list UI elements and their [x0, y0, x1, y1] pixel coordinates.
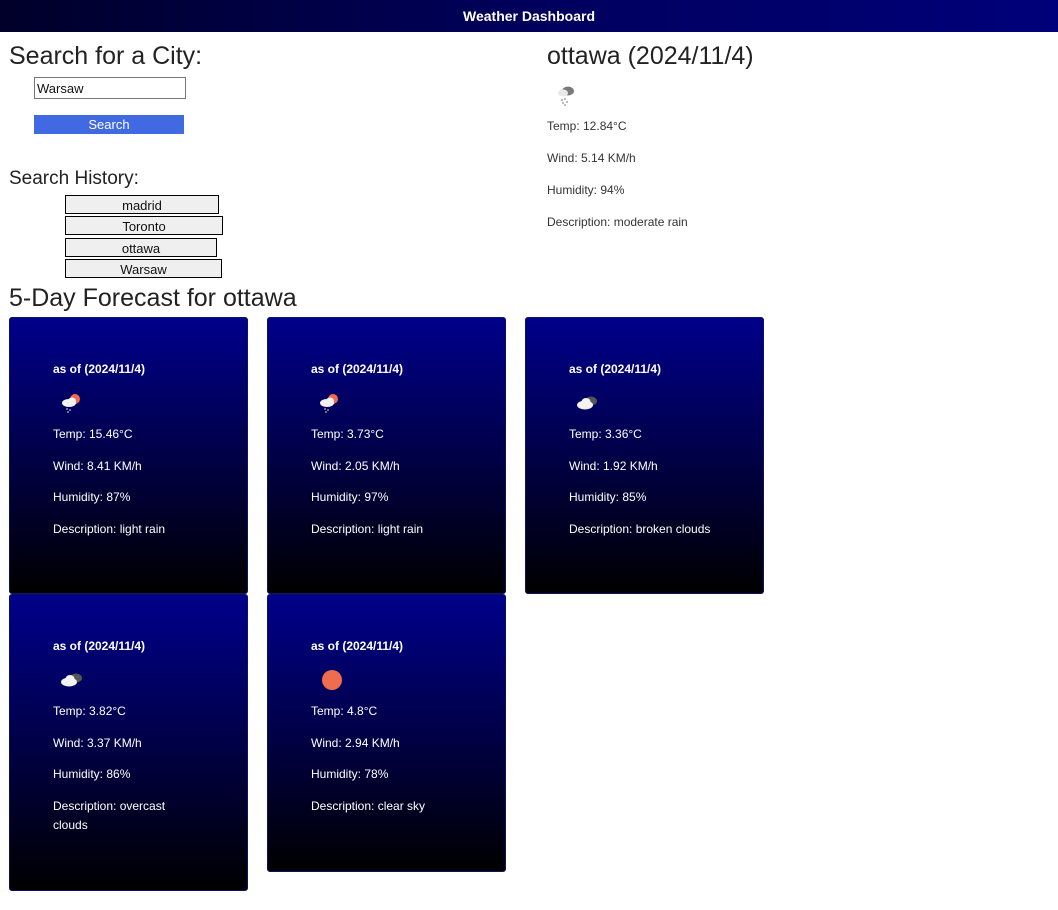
forecast-temp: Temp: 3.36°C	[569, 427, 642, 441]
forecast-description: Description: clear sky	[311, 799, 426, 813]
history-item-toronto[interactable]: Toronto	[65, 216, 223, 235]
current-wind: Wind: 5.14 KM/h	[547, 151, 636, 165]
forecast-date: as of (2024/11/4)	[311, 639, 404, 653]
forecast-description: Description: broken clouds	[569, 522, 711, 536]
forecast-date: as of (2024/11/4)	[53, 639, 146, 653]
current-temp: Temp: 12.84°C	[547, 119, 627, 133]
broken-clouds-icon	[577, 396, 597, 410]
sun-rain-cloud-icon	[62, 394, 80, 413]
app-title: Weather Dashboard	[463, 8, 595, 24]
forecast-humidity: Humidity: 97%	[311, 490, 389, 504]
sun-icon	[322, 670, 342, 690]
forecast-wind: Wind: 2.94 KM/h	[311, 736, 400, 750]
history-item-ottawa[interactable]: ottawa	[65, 238, 217, 257]
city-search-input[interactable]	[34, 77, 186, 99]
forecast-temp: Temp: 3.73°C	[311, 427, 384, 441]
forecast-description: Description: overcast clouds	[53, 799, 166, 832]
sun-rain-cloud-icon	[320, 394, 338, 413]
forecast-card: as of (2024/11/4) Temp: 15.46°C Wind: 8.…	[9, 317, 248, 594]
forecast-date: as of (2024/11/4)	[53, 362, 146, 376]
current-description: Description: moderate rain	[547, 215, 688, 229]
forecast-card: as of (2024/11/4) Temp: 3.73°C Wind: 2.0…	[267, 317, 506, 594]
forecast-card: as of (2024/11/4) Temp: 4.8°C Wind: 2.94…	[267, 594, 506, 872]
forecast-temp: Temp: 3.82°C	[53, 704, 126, 718]
forecast-wind: Wind: 2.05 KM/h	[311, 459, 400, 473]
history-item-warsaw[interactable]: Warsaw	[65, 259, 222, 278]
app-header: Weather Dashboard	[0, 0, 1058, 32]
current-weather-title: ottawa (2024/11/4)	[547, 42, 754, 70]
forecast-card: as of (2024/11/4) Temp: 3.36°C Wind: 1.9…	[525, 317, 764, 594]
forecast-humidity: Humidity: 85%	[569, 490, 647, 504]
search-title: Search for a City:	[9, 42, 203, 70]
search-history-title: Search History:	[9, 168, 139, 189]
search-button[interactable]: Search	[34, 115, 184, 134]
forecast-wind: Wind: 8.41 KM/h	[53, 459, 142, 473]
rain-cloud-icon	[558, 86, 574, 106]
overcast-clouds-icon	[61, 673, 82, 687]
forecast-wind: Wind: 3.37 KM/h	[53, 736, 142, 750]
current-humidity: Humidity: 94%	[547, 183, 625, 197]
forecast-humidity: Humidity: 78%	[311, 767, 389, 781]
forecast-temp: Temp: 4.8°C	[311, 704, 378, 718]
forecast-humidity: Humidity: 87%	[53, 490, 131, 504]
forecast-date: as of (2024/11/4)	[311, 362, 404, 376]
forecast-card: as of (2024/11/4) Temp: 3.82°C Wind: 3.3…	[9, 594, 248, 891]
forecast-description: Description: light rain	[311, 522, 424, 536]
forecast-title: 5-Day Forecast for ottawa	[9, 284, 297, 312]
forecast-date: as of (2024/11/4)	[569, 362, 662, 376]
forecast-temp: Temp: 15.46°C	[53, 427, 133, 441]
forecast-description: Description: light rain	[53, 522, 166, 536]
forecast-humidity: Humidity: 86%	[53, 767, 131, 781]
forecast-wind: Wind: 1.92 KM/h	[569, 459, 658, 473]
history-item-madrid[interactable]: madrid	[65, 195, 219, 214]
